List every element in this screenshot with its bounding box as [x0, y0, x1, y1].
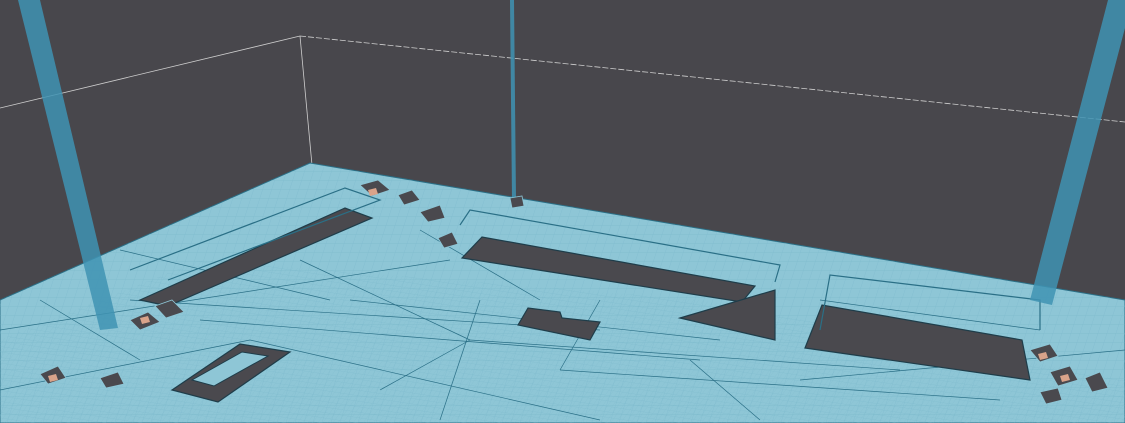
3d-viewport[interactable] [0, 0, 1125, 423]
navmesh-scene [0, 0, 1125, 423]
